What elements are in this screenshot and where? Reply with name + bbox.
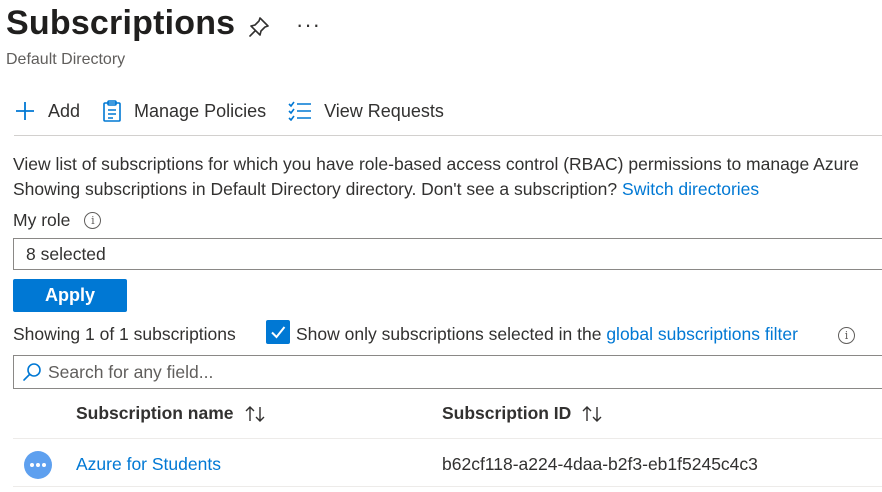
add-button-label: Add <box>48 100 81 121</box>
global-filter-label: Show only subscriptions selected in the … <box>296 324 798 345</box>
info-icon[interactable]: i <box>838 327 855 344</box>
clipboard-icon <box>103 100 121 122</box>
my-role-label-row: My role i <box>13 210 102 231</box>
sort-icon <box>582 405 602 422</box>
page-subtitle: Default Directory <box>6 51 126 68</box>
subscriptions-count: Showing 1 of 1 subscriptions <box>13 324 236 344</box>
checkmark-icon <box>271 326 286 339</box>
description-line-1: View list of subscriptions for which you… <box>13 154 859 174</box>
my-role-dropdown[interactable]: 8 selected <box>13 238 882 270</box>
search-icon <box>22 362 42 387</box>
manage-policies-button[interactable]: Manage Policies <box>102 99 266 123</box>
subscription-id: b62cf118-a224-4daa-b2f3-eb1f5245c4c3 <box>442 454 758 474</box>
search-placeholder: Search for any field... <box>48 362 214 382</box>
column-header-subscription-name[interactable]: Subscription name <box>76 403 266 424</box>
toolbar-divider <box>14 135 882 136</box>
global-filter-text: Show only subscriptions selected in the <box>296 324 602 344</box>
more-options-icon[interactable]: ··· <box>296 12 321 38</box>
apply-button[interactable]: Apply <box>13 279 127 312</box>
info-icon[interactable]: i <box>84 212 102 229</box>
sort-icon <box>245 405 265 422</box>
description-text: Showing subscriptions in Default Directo… <box>13 179 618 199</box>
subscription-name-link[interactable]: Azure for Students <box>76 454 221 475</box>
command-bar: Add Manage Policies View Requests <box>14 96 466 126</box>
plus-icon <box>16 102 34 120</box>
column-header-label: Subscription name <box>76 403 234 423</box>
row-divider <box>13 486 882 487</box>
my-role-label: My role <box>13 210 71 230</box>
view-requests-label: View Requests <box>324 100 444 121</box>
switch-directories-link[interactable]: Switch directories <box>622 179 759 199</box>
add-button[interactable]: Add <box>14 100 80 122</box>
pin-icon[interactable] <box>246 14 272 40</box>
column-header-subscription-id[interactable]: Subscription ID <box>442 403 603 424</box>
global-filter-checkbox[interactable] <box>266 320 290 344</box>
list-icon <box>288 101 312 121</box>
view-requests-button[interactable]: View Requests <box>288 101 444 122</box>
description-line-2: Showing subscriptions in Default Directo… <box>13 179 759 200</box>
page-title: Subscriptions <box>6 4 236 42</box>
manage-policies-label: Manage Policies <box>134 100 267 121</box>
column-header-label: Subscription ID <box>442 403 572 423</box>
subscription-icon <box>24 451 52 479</box>
header-divider <box>13 438 882 439</box>
global-subscriptions-filter-link[interactable]: global subscriptions filter <box>606 324 798 344</box>
